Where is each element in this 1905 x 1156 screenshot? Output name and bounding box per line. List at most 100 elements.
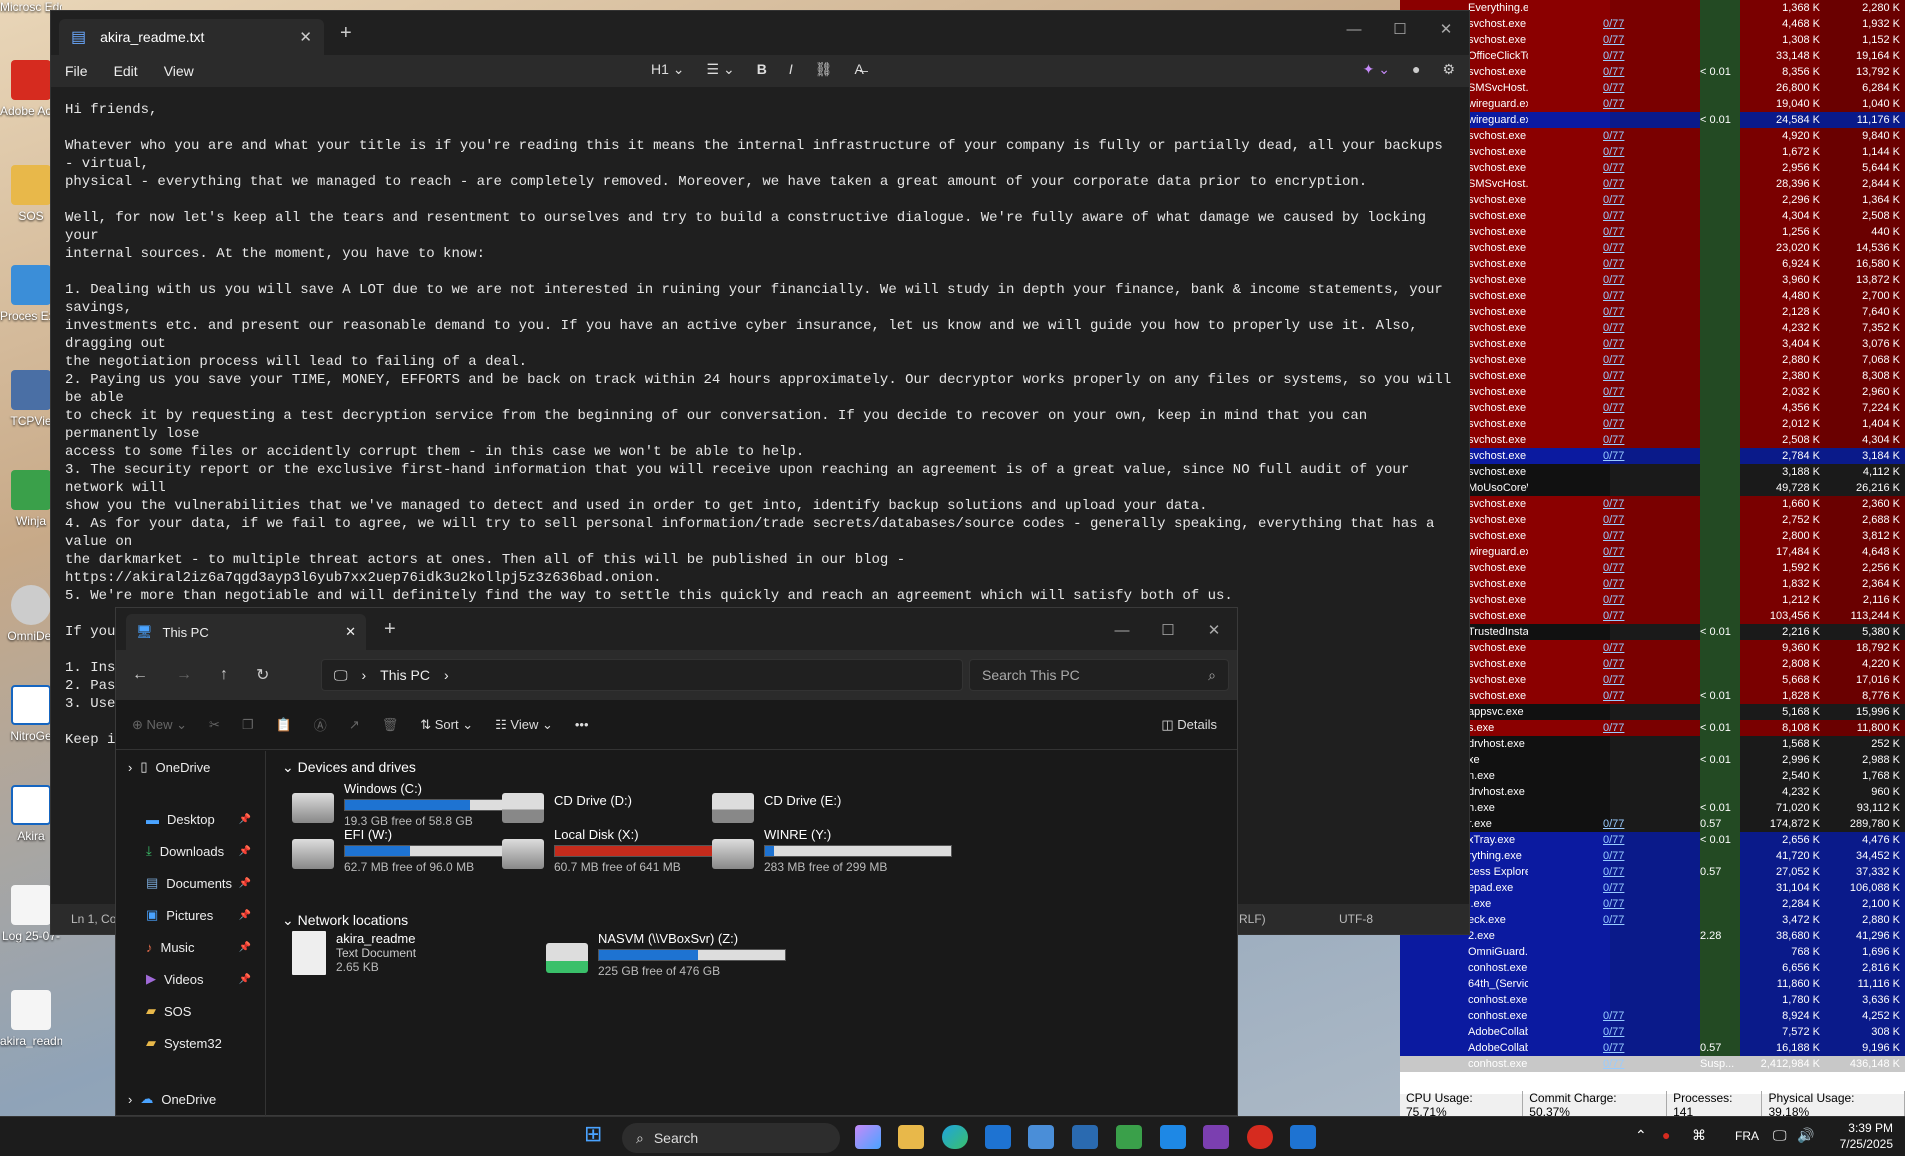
- process-row[interactable]: svchost.exe 0/77 6,924 K 16,580 K: [1400, 256, 1905, 272]
- section-devices[interactable]: ⌄ Devices and drives: [282, 759, 1236, 776]
- back-arrow-icon[interactable]: ←: [132, 666, 148, 684]
- breadcrumb-this-pc[interactable]: This PC: [380, 667, 430, 683]
- sidebar-item-onedrive[interactable]: › ▯ OneDrive: [116, 751, 265, 783]
- process-row[interactable]: svchost.exe 0/77 2,880 K 7,068 K: [1400, 352, 1905, 368]
- process-row[interactable]: OmniGuard.exe 768 K 1,696 K: [1400, 944, 1905, 960]
- sidebar-item-music[interactable]: ♪ Music 📌: [116, 931, 265, 963]
- menu-view[interactable]: View: [164, 63, 194, 79]
- process-row[interactable]: TrustedInstaller.exe< 0.012,216 K5,380 K: [1400, 624, 1905, 640]
- process-row[interactable]: svchost.exe 0/77 < 0.01 1,828 K 8,776 K: [1400, 688, 1905, 704]
- chevron-up-icon[interactable]: ⌃: [1635, 1127, 1661, 1151]
- drive-item[interactable]: EFI (W:) 62.7 MB free of 96.0 MB: [292, 827, 532, 877]
- start-button-windows-icon[interactable]: ⊞: [584, 1121, 610, 1146]
- process-row[interactable]: SMSvcHost.exe0/7726,800 K6,284 K: [1400, 80, 1905, 96]
- process-row[interactable]: svchost.exe 0/77 1,256 K 440 K: [1400, 224, 1905, 240]
- minimize-button[interactable]: —: [1099, 612, 1145, 648]
- delete-icon[interactable]: 🗑: [382, 717, 399, 733]
- process-row[interactable]: r.exe 0/77 0.57 174,872 K 289,780 K: [1400, 816, 1905, 832]
- wireguard-tray-icon[interactable]: ⌘: [1692, 1127, 1718, 1151]
- bold-icon[interactable]: B: [757, 61, 767, 78]
- refresh-icon[interactable]: ↻: [256, 665, 269, 685]
- language-indicator[interactable]: FRA: [1735, 1129, 1759, 1143]
- winja-icon[interactable]: [1116, 1125, 1142, 1149]
- close-tab-icon[interactable]: ✕: [299, 28, 312, 46]
- clear-format-icon[interactable]: A̶: [855, 61, 864, 78]
- process-row[interactable]: svchost.exe 0/77 2,508 K 4,304 K: [1400, 432, 1905, 448]
- sidebar-item-videos[interactable]: ▶ Videos 📌: [116, 963, 265, 995]
- process-row[interactable]: svchost.exe 0/77 3,960 K 13,872 K: [1400, 272, 1905, 288]
- heading-dropdown[interactable]: H1 ⌄: [651, 61, 685, 78]
- process-row[interactable]: xTray.exe 0/77 < 0.01 2,656 K 4,476 K: [1400, 832, 1905, 848]
- process-row[interactable]: AdobeCollabSync.exe 0/77 7,572 K 308 K: [1400, 1024, 1905, 1040]
- drive-item[interactable]: WINRE (Y:) 283 MB free of 299 MB: [712, 827, 952, 877]
- volume-icon[interactable]: 🔊: [1797, 1127, 1823, 1151]
- process-row[interactable]: wireguard.exe0/7719,040 K1,040 K: [1400, 96, 1905, 112]
- process-row[interactable]: 2.exe 2.28 38,680 K 41,296 K: [1400, 928, 1905, 944]
- list-icon[interactable]: ☰ ⌄: [707, 61, 735, 78]
- process-row[interactable]: svchost.exe 0/77 2,012 K 1,404 K: [1400, 416, 1905, 432]
- process-row[interactable]: svchost.exe 0/77 2,380 K 8,308 K: [1400, 368, 1905, 384]
- cut-icon[interactable]: ✂: [209, 717, 220, 733]
- menu-edit[interactable]: Edit: [114, 63, 138, 79]
- close-button[interactable]: ✕: [1191, 612, 1237, 648]
- process-row[interactable]: svchost.exe 0/77 2,808 K 4,220 K: [1400, 656, 1905, 672]
- drive-item[interactable]: Windows (C:) 19.3 GB free of 58.8 GB: [292, 781, 532, 831]
- process-row[interactable]: svchost.exe 0/77 4,920 K 9,840 K: [1400, 128, 1905, 144]
- process-row[interactable]: svchost.exe 0/77 4,232 K 7,352 K: [1400, 320, 1905, 336]
- process-row[interactable]: svchost.exe 0/77 4,468 K 1,932 K: [1400, 16, 1905, 32]
- pin-icon[interactable]: 📌: [239, 814, 251, 825]
- process-row[interactable]: svchost.exe 0/77 2,752 K 2,688 K: [1400, 512, 1905, 528]
- process-row[interactable]: epad.exe 0/77 31,104 K 106,088 K: [1400, 880, 1905, 896]
- copilot-icon[interactable]: ✦ ⌄: [1363, 61, 1390, 78]
- process-row[interactable]: svchost.exe 0/77 23,020 K 14,536 K: [1400, 240, 1905, 256]
- account-icon[interactable]: ●: [1412, 61, 1420, 78]
- close-tab-icon[interactable]: ✕: [345, 624, 356, 640]
- clock[interactable]: 3:39 PM 7/25/2025: [1840, 1120, 1893, 1152]
- sidebar-item-system32[interactable]: ▰ System32: [116, 1027, 265, 1059]
- process-row[interactable]: wireguard.exe< 0.0124,584 K11,176 K: [1400, 112, 1905, 128]
- close-button[interactable]: ✕: [1423, 11, 1469, 47]
- file-akira-readme[interactable]: akira_readme Text Document 2.65 KB: [292, 931, 532, 981]
- process-row[interactable]: s.exe 0/77 < 0.01 8,108 K 11,800 K: [1400, 720, 1905, 736]
- search-input[interactable]: Search This PC ⌕: [969, 659, 1229, 691]
- tcpview-icon[interactable]: [1028, 1125, 1054, 1149]
- process-row[interactable]: svchost.exe 0/77 5,668 K 17,016 K: [1400, 672, 1905, 688]
- forward-arrow-icon[interactable]: →: [176, 666, 192, 684]
- process-row[interactable]: rything.exe 0/77 41,720 K 34,452 K: [1400, 848, 1905, 864]
- details-button[interactable]: ◫ Details: [1161, 717, 1217, 733]
- settings-gear-icon[interactable]: ⚙: [1442, 61, 1455, 78]
- process-row[interactable]: svchost.exe 0/77 1,672 K 1,144 K: [1400, 144, 1905, 160]
- process-row[interactable]: Everything.exe1,368 K2,280 K: [1400, 0, 1905, 16]
- process-row[interactable]: svchost.exe 3,188 K 4,112 K: [1400, 464, 1905, 480]
- notepad-tab[interactable]: ▤ akira_readme.txt ✕: [59, 19, 324, 55]
- omnidefender-icon[interactable]: [1203, 1125, 1229, 1149]
- sort-button[interactable]: ⇅ Sort ⌄: [420, 717, 473, 733]
- pin-icon[interactable]: 📌: [239, 910, 251, 921]
- drive-item[interactable]: CD Drive (D:): [502, 781, 742, 831]
- process-row[interactable]: svchost.exe 0/77 1,832 K 2,364 K: [1400, 576, 1905, 592]
- pin-icon[interactable]: 📌: [239, 846, 251, 857]
- sidebar-item-onedrive-2[interactable]: › ☁ OneDrive: [116, 1089, 265, 1109]
- taskbar-search[interactable]: ⌕ Search: [622, 1123, 840, 1153]
- up-arrow-icon[interactable]: ↑: [220, 666, 228, 684]
- process-row[interactable]: conhost.exe 0/77 8,924 K 4,252 K: [1400, 1008, 1905, 1024]
- sidebar-item-downloads[interactable]: ⤓ Downloads 📌: [116, 835, 265, 867]
- process-row[interactable]: drvhost.exe 1,568 K 252 K: [1400, 736, 1905, 752]
- process-row[interactable]: l.exe 0/77 2,284 K 2,100 K: [1400, 896, 1905, 912]
- process-row[interactable]: appsvc.exe 5,168 K 15,996 K: [1400, 704, 1905, 720]
- new-tab-button[interactable]: +: [384, 618, 396, 641]
- link-icon[interactable]: ⛓: [815, 61, 833, 78]
- maximize-button[interactable]: ☐: [1377, 11, 1423, 47]
- process-row[interactable]: svchost.exe 0/77 103,456 K 113,244 K: [1400, 608, 1905, 624]
- chevron-right-icon[interactable]: ›: [128, 760, 132, 775]
- address-bar[interactable]: 🖵 › This PC ›: [321, 659, 963, 691]
- paste-icon[interactable]: 📋: [276, 717, 292, 733]
- app-8-icon[interactable]: [1247, 1125, 1273, 1149]
- process-row[interactable]: svchost.exe 0/77 1,212 K 2,116 K: [1400, 592, 1905, 608]
- share-icon[interactable]: ↗: [349, 717, 360, 733]
- search-everything-icon[interactable]: [1160, 1125, 1186, 1149]
- pin-icon[interactable]: 📌: [239, 878, 251, 889]
- new-tab-button[interactable]: +: [340, 22, 352, 45]
- process-row[interactable]: svchost.exe 0/77 1,308 K 1,152 K: [1400, 32, 1905, 48]
- drive-item[interactable]: CD Drive (E:): [712, 781, 952, 831]
